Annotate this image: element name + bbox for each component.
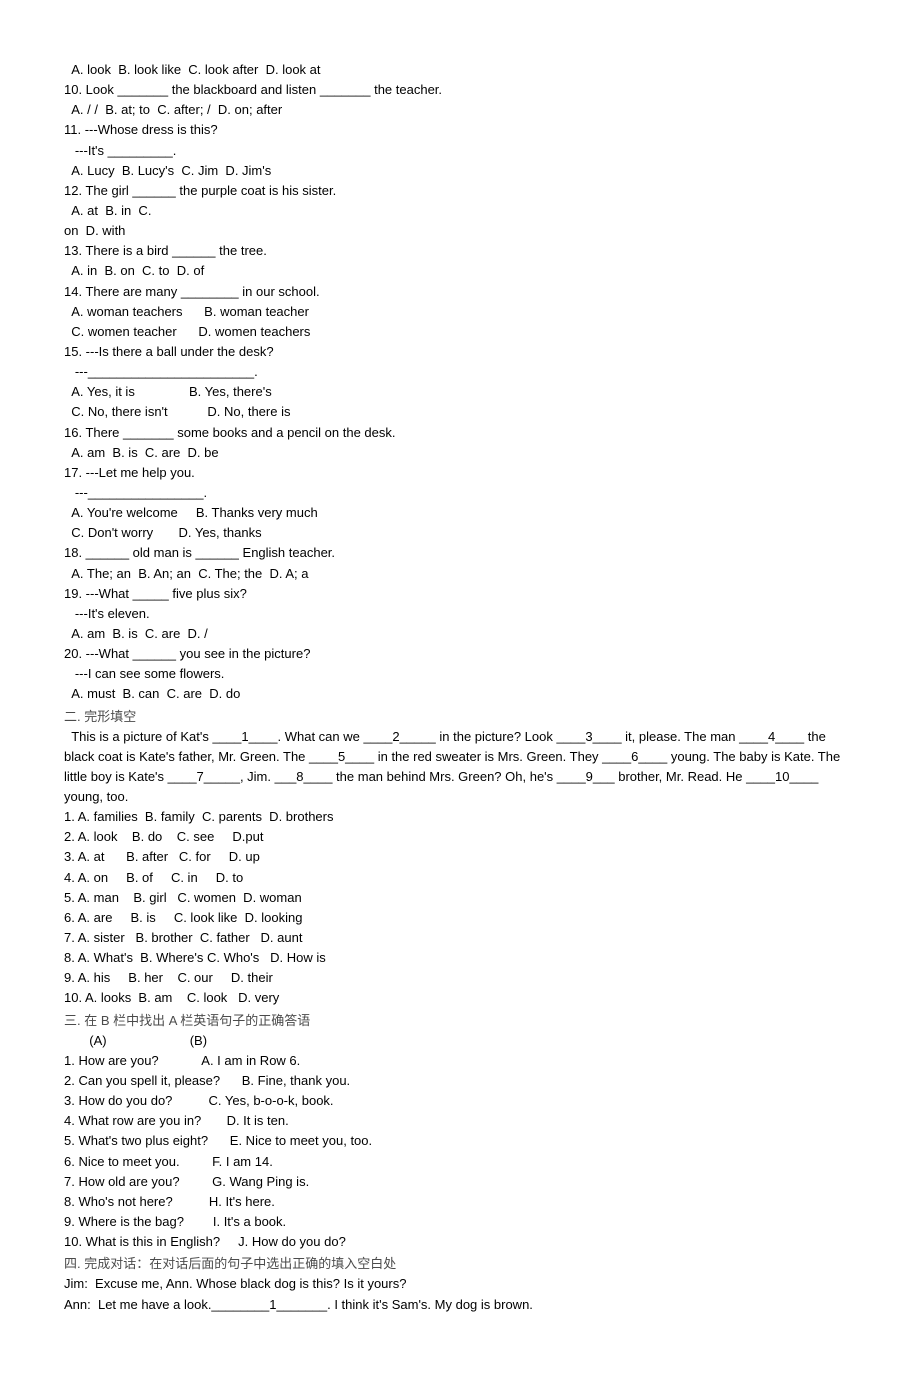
q14-stem: 14. There are many ________ in our schoo… [64, 282, 856, 302]
q20-options: A. must B. can C. are D. do [64, 684, 856, 704]
match-5: 5. What's two plus eight? E. Nice to mee… [64, 1131, 856, 1151]
q10-stem: 10. Look _______ the blackboard and list… [64, 80, 856, 100]
match-1: 1. How are you? A. I am in Row 6. [64, 1051, 856, 1071]
q11-line2: ---It's _________. [64, 141, 856, 161]
q12-stem: 12. The girl ______ the purple coat is h… [64, 181, 856, 201]
q18-options: A. The; an B. An; an C. The; the D. A; a [64, 564, 856, 584]
q9-options: A. look B. look like C. look after D. lo… [64, 60, 856, 80]
q17-options-b: C. Don't worry D. Yes, thanks [64, 523, 856, 543]
cloze-1: 1. A. families B. family C. parents D. b… [64, 807, 856, 827]
section-2-title: 二. 完形填空 [64, 707, 856, 727]
q17-line2: ---________________. [64, 483, 856, 503]
q11-options: A. Lucy B. Lucy's C. Jim D. Jim's [64, 161, 856, 181]
q14-options-b: C. women teacher D. women teachers [64, 322, 856, 342]
q19-line2: ---It's eleven. [64, 604, 856, 624]
q15-line2: ---_______________________. [64, 362, 856, 382]
q15-line1: 15. ---Is there a ball under the desk? [64, 342, 856, 362]
section-4-title: 四. 完成对话：在对话后面的句子中选出正确的填入空白处 [64, 1254, 856, 1274]
q12-options-a: A. at B. in C. [64, 201, 856, 221]
q15-options-b: C. No, there isn't D. No, there is [64, 402, 856, 422]
q17-line1: 17. ---Let me help you. [64, 463, 856, 483]
q19-line1: 19. ---What _____ five plus six? [64, 584, 856, 604]
match-4: 4. What row are you in? D. It is ten. [64, 1111, 856, 1131]
cloze-5: 5. A. man B. girl C. women D. woman [64, 888, 856, 908]
q20-line1: 20. ---What ______ you see in the pictur… [64, 644, 856, 664]
q18-stem: 18. ______ old man is ______ English tea… [64, 543, 856, 563]
cloze-10: 10. A. looks B. am C. look D. very [64, 988, 856, 1008]
match-6: 6. Nice to meet you. F. I am 14. [64, 1152, 856, 1172]
q14-options-a: A. woman teachers B. woman teacher [64, 302, 856, 322]
q12-options-b: on D. with [64, 221, 856, 241]
cloze-6: 6. A. are B. is C. look like D. looking [64, 908, 856, 928]
q10-options: A. / / B. at; to C. after; / D. on; afte… [64, 100, 856, 120]
q16-options: A. am B. is C. are D. be [64, 443, 856, 463]
match-7: 7. How old are you? G. Wang Ping is. [64, 1172, 856, 1192]
dialogue-line-1: Jim: Excuse me, Ann. Whose black dog is … [64, 1274, 856, 1294]
match-9: 9. Where is the bag? I. It's a book. [64, 1212, 856, 1232]
match-10: 10. What is this in English? J. How do y… [64, 1232, 856, 1252]
q13-options: A. in B. on C. to D. of [64, 261, 856, 281]
q19-options: A. am B. is C. are D. / [64, 624, 856, 644]
dialogue-line-2: Ann: Let me have a look.________1_______… [64, 1295, 856, 1315]
q13-stem: 13. There is a bird ______ the tree. [64, 241, 856, 261]
cloze-passage: This is a picture of Kat's ____1____. Wh… [64, 727, 856, 808]
match-3: 3. How do you do? C. Yes, b-o-o-k, book. [64, 1091, 856, 1111]
q11-line1: 11. ---Whose dress is this? [64, 120, 856, 140]
cloze-8: 8. A. What's B. Where's C. Who's D. How … [64, 948, 856, 968]
match-8: 8. Who's not here? H. It's here. [64, 1192, 856, 1212]
q16-stem: 16. There _______ some books and a penci… [64, 423, 856, 443]
cloze-9: 9. A. his B. her C. our D. their [64, 968, 856, 988]
q20-line2: ---I can see some flowers. [64, 664, 856, 684]
q17-options-a: A. You're welcome B. Thanks very much [64, 503, 856, 523]
cloze-7: 7. A. sister B. brother C. father D. aun… [64, 928, 856, 948]
q15-options-a: A. Yes, it is B. Yes, there's [64, 382, 856, 402]
match-2: 2. Can you spell it, please? B. Fine, th… [64, 1071, 856, 1091]
section-3-title: 三. 在 B 栏中找出 A 栏英语句子的正确答语 [64, 1011, 856, 1031]
cloze-3: 3. A. at B. after C. for D. up [64, 847, 856, 867]
cloze-2: 2. A. look B. do C. see D.put [64, 827, 856, 847]
cloze-4: 4. A. on B. of C. in D. to [64, 868, 856, 888]
match-header: (A) (B) [64, 1031, 856, 1051]
